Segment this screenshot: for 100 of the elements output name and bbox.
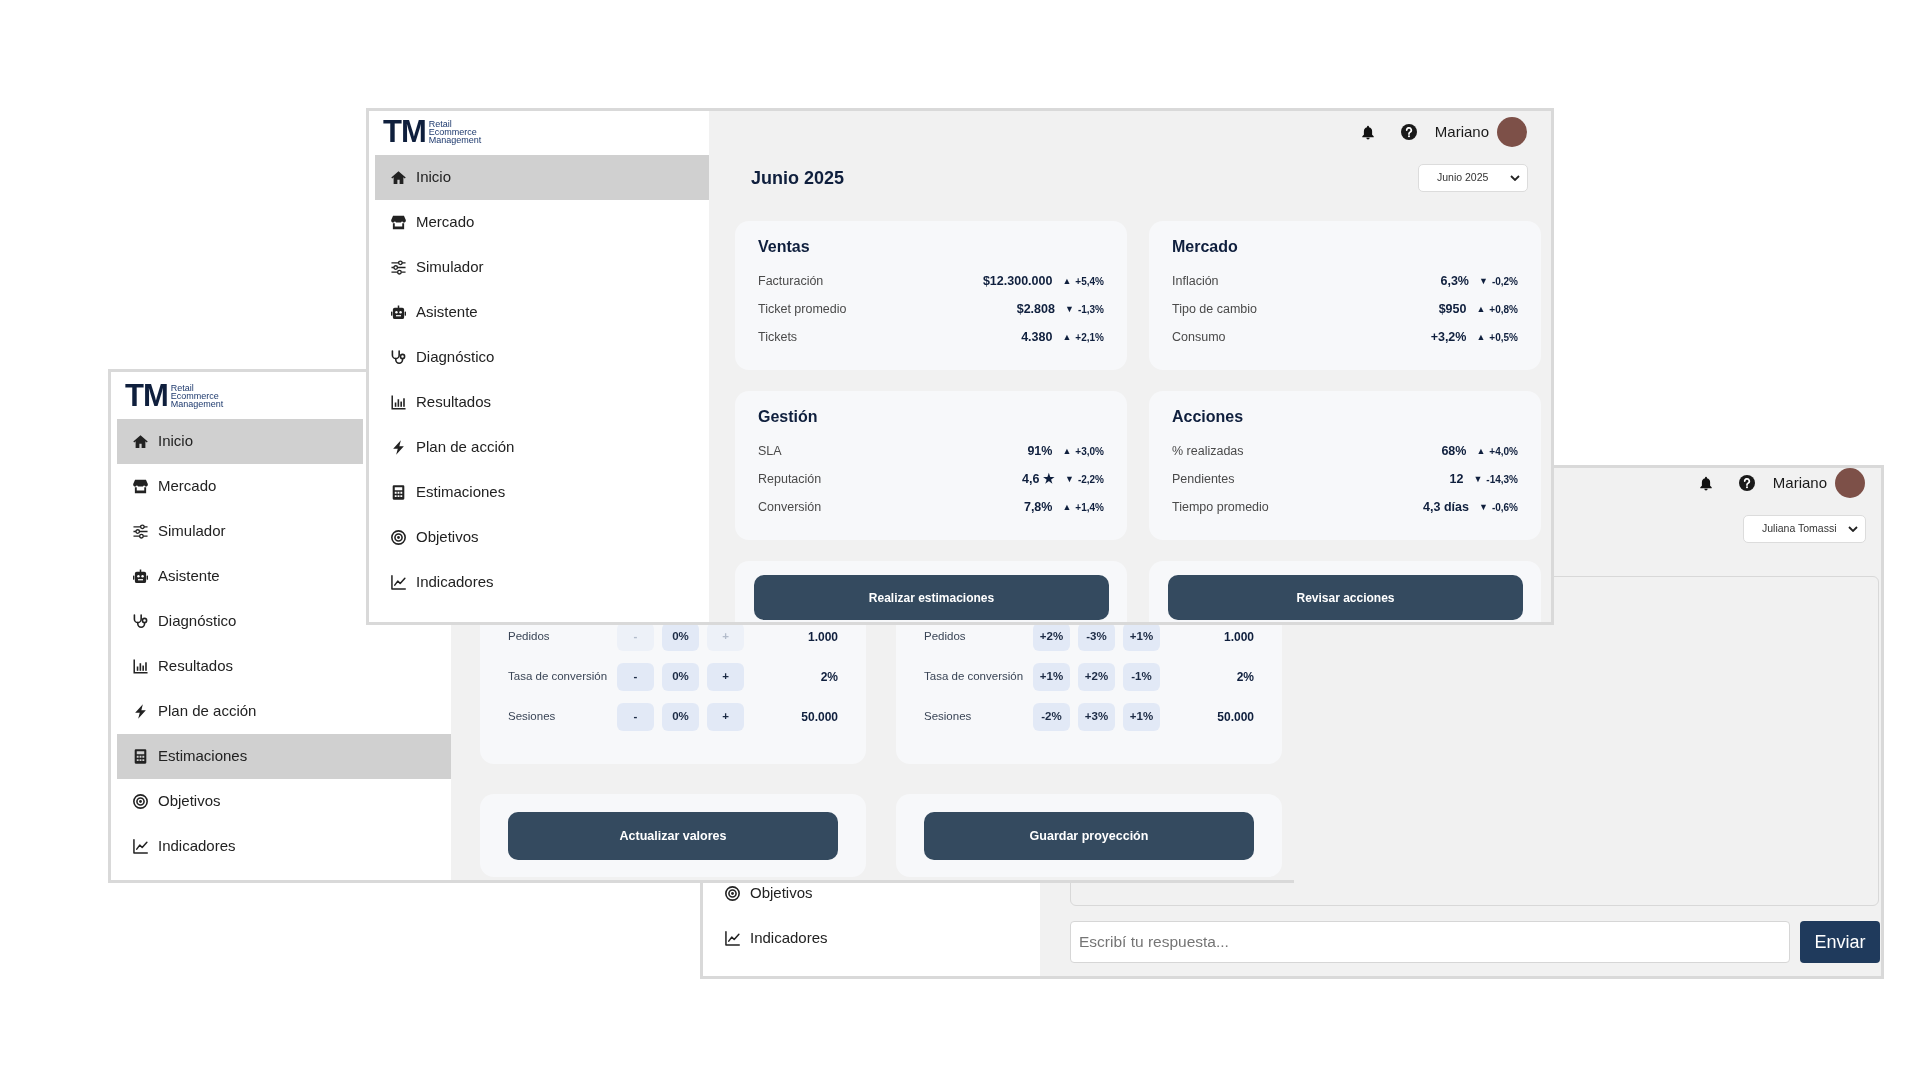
metric-label: Conversión bbox=[758, 498, 823, 516]
sliders-icon bbox=[391, 260, 406, 275]
nav-item[interactable]: Simulador bbox=[117, 509, 363, 554]
robot-icon bbox=[133, 569, 148, 584]
card-title: Ventas bbox=[758, 238, 811, 256]
row-value: 50.000 bbox=[1216, 709, 1254, 726]
metric-label: Ticket promedio bbox=[758, 300, 848, 318]
adjust-button[interactable]: +1% bbox=[1033, 663, 1070, 691]
adjust-button[interactable]: - bbox=[617, 703, 654, 731]
action-button[interactable]: Realizar estimaciones bbox=[754, 575, 1109, 620]
adjust-button[interactable]: - bbox=[617, 663, 654, 691]
row-value: 2% bbox=[819, 669, 838, 686]
send-button[interactable]: Enviar bbox=[1800, 921, 1880, 963]
metric-label: Inflación bbox=[1172, 272, 1220, 290]
target-icon bbox=[725, 885, 740, 901]
logo-tagline: Retail Ecommerce Management bbox=[428, 120, 482, 144]
line-chart-icon bbox=[725, 930, 740, 946]
metric-change: +0,8% bbox=[1489, 302, 1518, 317]
metric-change: +1,4% bbox=[1075, 500, 1104, 515]
adjust-button[interactable]: -1% bbox=[1123, 663, 1160, 691]
nav-item[interactable]: Inicio bbox=[117, 419, 363, 464]
adjust-button[interactable]: 0% bbox=[662, 663, 699, 691]
adjust-button[interactable]: + bbox=[707, 663, 744, 691]
trend-arrow: ▲ bbox=[1476, 446, 1486, 456]
user-name: Mariano bbox=[1772, 472, 1827, 493]
nav-item[interactable]: Objetivos bbox=[709, 884, 1040, 902]
row-value: 1.000 bbox=[806, 629, 838, 646]
row-label: Sesiones bbox=[924, 709, 973, 725]
adjust-button[interactable]: +1% bbox=[1123, 623, 1160, 651]
target-icon bbox=[133, 794, 148, 809]
metric-value: 4.380 bbox=[1021, 328, 1053, 346]
row-label: Pedidos bbox=[508, 629, 551, 645]
help-icon[interactable] bbox=[1738, 475, 1755, 491]
nav-item[interactable]: Estimaciones bbox=[117, 734, 451, 779]
nav-item[interactable]: Asistente bbox=[117, 554, 363, 599]
nav-item[interactable]: Estimaciones bbox=[375, 470, 709, 515]
metric-label: Tipo de cambio bbox=[1172, 300, 1258, 318]
metric-value: 4,3 días bbox=[1423, 498, 1469, 516]
client-select[interactable]: Juliana Tomassi bbox=[1743, 515, 1866, 543]
metric-value: +3,2% bbox=[1430, 328, 1467, 346]
logo-tagline: Retail Ecommerce Management bbox=[170, 384, 224, 408]
nav-item[interactable]: Objetivos bbox=[375, 515, 709, 560]
nav-item[interactable]: Mercado bbox=[117, 464, 363, 509]
adjust-button[interactable]: +3% bbox=[1078, 703, 1115, 731]
metric-change: +3,0% bbox=[1075, 444, 1104, 459]
metric-label: Tickets bbox=[758, 328, 799, 346]
nav-item[interactable]: Plan de acción bbox=[375, 425, 709, 470]
metric-change: +5,4% bbox=[1075, 274, 1104, 289]
trend-arrow: ▲ bbox=[1476, 304, 1486, 314]
user-name: Mariano bbox=[1434, 121, 1489, 142]
metric-label: Consumo bbox=[1172, 328, 1227, 346]
adjust-button[interactable]: + bbox=[707, 703, 744, 731]
nav-item[interactable]: Indicadores bbox=[117, 824, 451, 869]
nav-item[interactable]: Resultados bbox=[375, 380, 709, 425]
nav-item[interactable]: Inicio bbox=[375, 155, 709, 200]
calculator-icon bbox=[133, 749, 148, 764]
adjust-button[interactable]: -3% bbox=[1078, 623, 1115, 651]
adjust-button[interactable]: 0% bbox=[662, 623, 699, 651]
metric-value: 4,6 ★ bbox=[1022, 470, 1055, 488]
row-label: Tasa de conversión bbox=[508, 669, 609, 685]
metric-label: % realizadas bbox=[1172, 442, 1245, 460]
nav-item[interactable]: Indicadores bbox=[709, 929, 1040, 947]
nav-item[interactable]: Asistente bbox=[375, 290, 709, 335]
nav-item[interactable]: Mercado bbox=[375, 200, 709, 245]
nav-item[interactable]: Objetivos bbox=[117, 779, 451, 824]
action-button[interactable]: Revisar acciones bbox=[1168, 575, 1523, 620]
avatar[interactable] bbox=[1497, 117, 1527, 147]
nav-item[interactable]: Plan de acción bbox=[117, 689, 451, 734]
trend-arrow: ▲ bbox=[1062, 332, 1072, 342]
row-value: 1.000 bbox=[1222, 629, 1254, 646]
help-icon[interactable] bbox=[1400, 124, 1417, 140]
period-select[interactable]: Junio 2025 bbox=[1418, 164, 1528, 192]
bell-icon[interactable] bbox=[1360, 124, 1375, 140]
trend-arrow: ▼ bbox=[1478, 276, 1488, 286]
action-button[interactable]: Actualizar valores bbox=[508, 812, 838, 860]
stethoscope-icon bbox=[391, 350, 406, 365]
trend-arrow: ▼ bbox=[1478, 502, 1488, 512]
adjust-button[interactable]: +2% bbox=[1078, 663, 1115, 691]
metric-label: Facturación bbox=[758, 272, 825, 290]
adjust-button[interactable]: -2% bbox=[1033, 703, 1070, 731]
metric-label: Tiempo promedio bbox=[1172, 498, 1270, 516]
action-button[interactable]: Guardar proyección bbox=[924, 812, 1254, 860]
nav-item[interactable]: Resultados bbox=[117, 644, 451, 689]
metric-value: 12 bbox=[1449, 470, 1464, 488]
message-input[interactable]: Escribí tu respuesta... bbox=[1070, 921, 1790, 963]
bell-icon[interactable] bbox=[1698, 475, 1713, 491]
avatar[interactable] bbox=[1835, 468, 1865, 498]
metric-label: Reputación bbox=[758, 470, 823, 488]
nav-item[interactable]: Simulador bbox=[375, 245, 709, 290]
adjust-button[interactable]: +2% bbox=[1033, 623, 1070, 651]
metric-value: $2.808 bbox=[1016, 300, 1055, 318]
trend-arrow: ▼ bbox=[1064, 474, 1074, 484]
adjust-button[interactable]: 0% bbox=[662, 703, 699, 731]
bar-chart-icon bbox=[391, 395, 406, 410]
nav-item[interactable]: Indicadores bbox=[375, 560, 709, 605]
store-icon bbox=[391, 215, 406, 230]
nav-item[interactable]: Diagnóstico bbox=[117, 599, 363, 644]
nav-item[interactable]: Diagnóstico bbox=[375, 335, 709, 380]
adjust-button[interactable]: +1% bbox=[1123, 703, 1160, 731]
metric-value: 6,3% bbox=[1440, 272, 1469, 290]
